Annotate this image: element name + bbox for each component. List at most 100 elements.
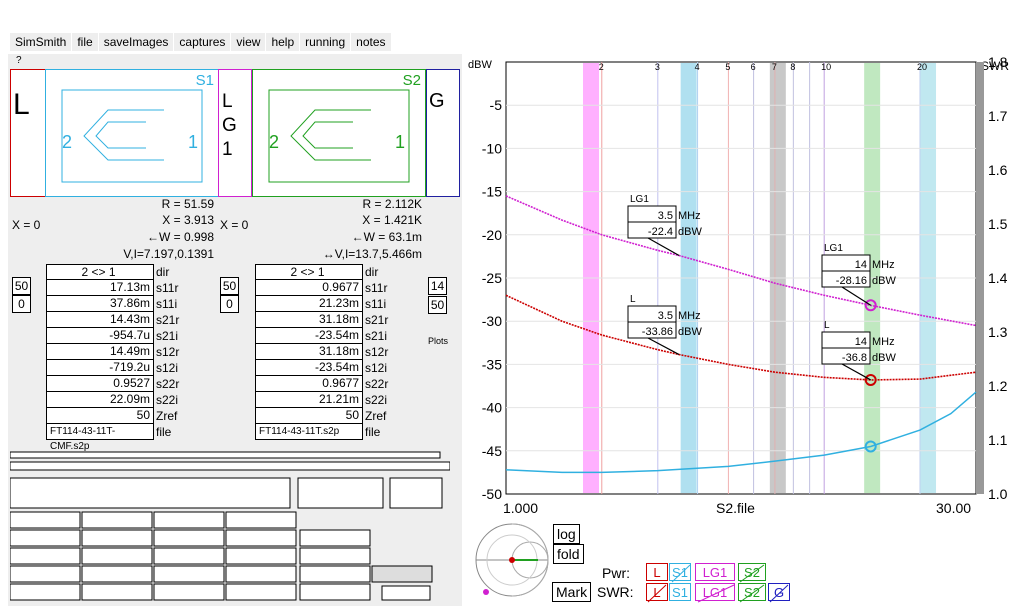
left-tick-label: -50	[482, 486, 502, 502]
param-label: s21i	[365, 329, 388, 343]
param-row: 2 <> 1 dir	[255, 264, 388, 280]
left-tick-label: -30	[482, 313, 502, 329]
left-tick-label: -45	[482, 443, 502, 459]
param-row: 31.18m s12r	[255, 344, 388, 360]
b2-x: X = 1.421K	[362, 213, 422, 227]
b1-vi: V,I=7.197,0.1391	[123, 247, 214, 261]
top-tick-label: 20	[917, 62, 927, 72]
param-value[interactable]: 17.13m	[46, 280, 154, 296]
s2-param-table: 2 <> 1 dir 0.9677 s11r 21.23m s11i 31.18m s21r -…	[255, 264, 388, 440]
param-value[interactable]: 0.9677	[255, 376, 363, 392]
menu-saveimages[interactable]: saveImages	[99, 33, 175, 51]
gen-z0[interactable]: 50	[428, 296, 447, 314]
param-label: s11r	[156, 281, 179, 295]
param-row: -23.54m s21i	[255, 328, 388, 344]
param-label: s22r	[156, 377, 180, 391]
s1-port2: 2	[62, 132, 73, 152]
param-value[interactable]: 14.49m	[46, 344, 154, 360]
lg1-block[interactable]: LG1	[218, 69, 252, 197]
right-tick-label: 1.7	[988, 108, 1008, 124]
menu-running[interactable]: running	[300, 33, 352, 51]
marker-value: -33.86	[642, 326, 673, 338]
gen-freq[interactable]: 14	[428, 277, 447, 295]
param-row: 17.13m s11r	[46, 280, 179, 296]
menu-notes[interactable]: notes	[351, 33, 392, 51]
param-value[interactable]: 0.9677	[255, 280, 363, 296]
param-value[interactable]: 31.18m	[255, 312, 363, 328]
s2-block[interactable]: S2 2 1	[252, 69, 426, 197]
param-label: dir	[365, 265, 379, 279]
b1-side-50[interactable]: 50	[12, 277, 31, 295]
param-value[interactable]: FT114-43-11T-CMF.s2p	[46, 424, 154, 452]
b2-r: R = 2.112K	[362, 197, 422, 211]
param-row: 14.49m s12r	[46, 344, 179, 360]
generator-block[interactable]: G	[426, 69, 460, 197]
pwr-label: Pwr:	[602, 565, 630, 581]
param-label: Zref	[156, 409, 178, 423]
top-tick-label: 4	[695, 62, 700, 72]
marker-freq: 3.5	[658, 310, 673, 322]
param-value[interactable]: -23.54m	[255, 360, 363, 376]
help-mark[interactable]: ?	[16, 55, 22, 66]
param-label: s12r	[156, 345, 180, 359]
menu-captures[interactable]: captures	[174, 33, 232, 51]
mark-button[interactable]: Mark	[552, 582, 592, 602]
param-value[interactable]: 0.9527	[46, 376, 154, 392]
s1-block[interactable]: S1 2 1	[45, 69, 219, 197]
marker-freq-unit: MHz	[872, 259, 895, 271]
marker-value: -22.4	[648, 226, 673, 238]
param-value[interactable]: 50	[46, 408, 154, 424]
left-axis-label: dBW	[468, 59, 492, 71]
load-block[interactable]: L	[10, 69, 46, 197]
top-tick-label: 3	[655, 62, 660, 72]
param-value[interactable]: -23.54m	[255, 328, 363, 344]
param-value[interactable]: 21.21m	[255, 392, 363, 408]
param-value[interactable]: 21.23m	[255, 296, 363, 312]
fold-button[interactable]: fold	[553, 544, 584, 564]
x-max-label: 30.00	[936, 500, 972, 516]
param-value[interactable]: 14.43m	[46, 312, 154, 328]
param-row: 50 Zref	[255, 408, 388, 424]
param-label: s11r	[365, 281, 388, 295]
param-value[interactable]: 50	[255, 408, 363, 424]
response-chart[interactable]: dBW SWR 2 3 4 5 6 7 8 10 20-5-10-15-20-25-30-35-…	[466, 54, 1016, 502]
param-value[interactable]: 2 <> 1	[46, 264, 154, 280]
param-row: 21.21m s22i	[255, 392, 388, 408]
param-value[interactable]: FT114-43-11T.s2p	[255, 424, 363, 440]
marker-value-unit: dBW	[678, 326, 702, 338]
param-row: -23.54m s12i	[255, 360, 388, 376]
param-row: -719.2u s12i	[46, 360, 179, 376]
left-tick-label: -20	[482, 227, 502, 243]
b2-side-0[interactable]: 0	[220, 295, 239, 313]
menu-help[interactable]: help	[266, 33, 301, 51]
param-value[interactable]: -954.7u	[46, 328, 154, 344]
param-value[interactable]: 22.09m	[46, 392, 154, 408]
component-palette[interactable]	[10, 450, 450, 606]
param-value[interactable]: 2 <> 1	[255, 264, 363, 280]
param-value[interactable]: -719.2u	[46, 360, 154, 376]
param-value[interactable]: 37.86m	[46, 296, 154, 312]
b1-side-0[interactable]: 0	[12, 295, 31, 313]
log-button[interactable]: log	[553, 524, 580, 544]
s1-port1: 1	[188, 132, 199, 152]
param-row: FT114-43-11T.s2p file	[255, 424, 388, 440]
right-tick-label: 1.3	[988, 324, 1008, 340]
left-tick-label: -25	[482, 270, 502, 286]
param-row: FT114-43-11T-CMF.s2p file	[46, 424, 179, 452]
param-label: file	[156, 425, 172, 439]
param-value[interactable]: 31.18m	[255, 344, 363, 360]
menu-file[interactable]: file	[72, 33, 99, 51]
param-label: s22r	[365, 377, 389, 391]
param-label: Zref	[365, 409, 387, 423]
x-min-label: 1.000	[503, 500, 539, 516]
menu-view[interactable]: view	[231, 33, 267, 51]
gen-plots[interactable]: Plots	[428, 336, 448, 346]
s2-port2: 2	[269, 132, 280, 152]
top-tick-label: 10	[821, 62, 831, 72]
b2-side-50[interactable]: 50	[220, 277, 239, 295]
param-label: s22i	[365, 393, 388, 407]
param-row: 0.9677 s22r	[255, 376, 388, 392]
smith-chart-icon[interactable]	[472, 518, 552, 600]
menu-bar: SimSmith file saveImages captures view help ru…	[10, 33, 392, 51]
menu-simsmith[interactable]: SimSmith	[10, 33, 73, 51]
